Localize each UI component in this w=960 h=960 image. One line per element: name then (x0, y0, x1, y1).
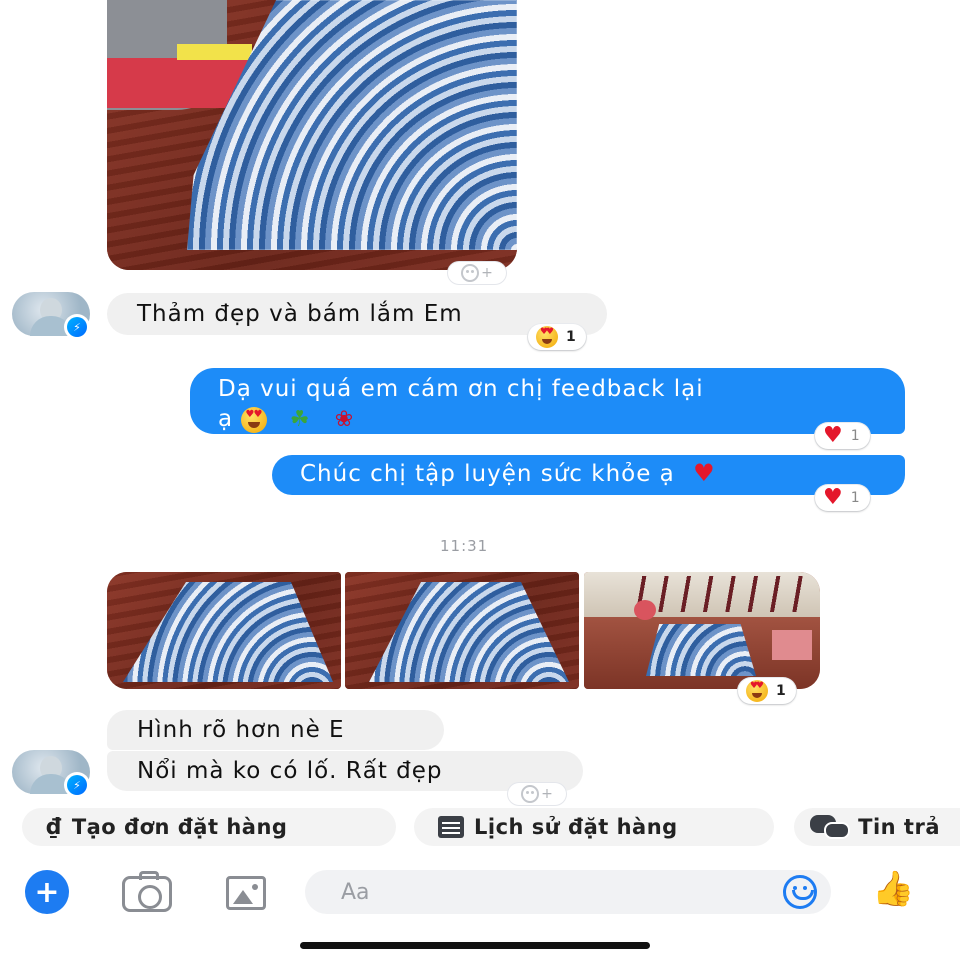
heart-eyes-emoji-icon (746, 680, 768, 702)
reaction-count: 1 (776, 683, 786, 699)
camera-icon[interactable] (122, 871, 172, 912)
reaction-count: 1 (850, 428, 860, 444)
document-icon (438, 816, 464, 838)
quick-reply-label: Lịch sử đặt hàng (474, 815, 678, 839)
add-reaction-button[interactable]: + (508, 783, 566, 805)
avatar[interactable]: ⚡ (12, 292, 90, 340)
photo-mat (646, 624, 756, 676)
reaction-count: 1 (850, 490, 860, 506)
add-reaction-button[interactable]: + (448, 262, 506, 284)
message-text-line2: ạ ☘ ❀ (218, 404, 877, 435)
photo-ball (634, 600, 656, 620)
message-text: Nổi mà ko có lố. Rất đẹp (137, 758, 443, 784)
message-text-prefix: ạ (218, 406, 234, 432)
reaction-count: 1 (566, 329, 576, 345)
outgoing-message[interactable]: Dạ vui quá em cám ơn chị feedback lại ạ … (190, 368, 905, 434)
outgoing-message[interactable]: Chúc chị tập luyện sức khỏe ạ ♥ (272, 455, 905, 495)
chat-bubbles-icon (810, 815, 850, 839)
reaction-badge[interactable]: ♥ 1 (815, 485, 870, 511)
add-button[interactable]: + (25, 870, 69, 914)
smiley-outline-icon (521, 785, 540, 803)
heart-icon: ♥ (823, 485, 843, 510)
message-composer[interactable] (305, 870, 831, 914)
home-indicator (300, 942, 650, 949)
heart-eyes-emoji-icon (241, 406, 268, 433)
quick-reply-label: Tạo đơn đặt hàng (71, 815, 288, 839)
photo-mat-pink (772, 630, 812, 660)
messenger-icon: ⚡ (67, 317, 87, 337)
photo-message-3[interactable] (584, 572, 820, 689)
reaction-badge[interactable]: 1 (738, 678, 796, 704)
heart-eyes-emoji-icon (536, 326, 558, 348)
heart-icon: ♥ (693, 459, 716, 487)
message-text-line1: Dạ vui quá em cám ơn chị feedback lại (218, 376, 704, 402)
plus-small-icon: + (541, 786, 553, 802)
message-text: Hình rõ hơn nè E (137, 717, 345, 743)
quick-reply-order-history[interactable]: Lịch sử đặt hàng (414, 808, 774, 846)
thumbs-up-icon[interactable]: 👍 (872, 872, 914, 906)
message-text: Thảm đẹp và bám lắm Em (137, 301, 463, 327)
messenger-badge: ⚡ (64, 772, 90, 798)
reaction-badge[interactable]: 1 (528, 324, 586, 350)
heart-icon: ♥ (823, 423, 843, 448)
photo-yoga-block (177, 44, 252, 60)
messenger-badge: ⚡ (64, 314, 90, 340)
photo-message-1[interactable] (107, 572, 341, 689)
reaction-badge[interactable]: ♥ 1 (815, 423, 870, 449)
gallery-icon[interactable] (226, 876, 266, 910)
timestamp: 11:31 (440, 537, 489, 555)
quick-reply-create-order[interactable]: ₫ Tạo đơn đặt hàng (22, 808, 396, 846)
avatar[interactable]: ⚡ (12, 750, 90, 798)
smiley-outline-icon (461, 264, 480, 282)
rose-icon: ❀ (334, 407, 355, 432)
incoming-message[interactable]: Hình rõ hơn nè E (107, 710, 444, 750)
plus-small-icon: + (481, 265, 493, 281)
photo-message-mat[interactable] (107, 0, 517, 270)
quick-reply-label: Tin trả (858, 815, 940, 839)
dong-currency-icon: ₫ (46, 814, 62, 840)
messenger-icon: ⚡ (67, 775, 87, 795)
plus-icon: + (34, 874, 60, 910)
four-leaf-clover-icon: ☘ (289, 407, 311, 432)
message-text: Chúc chị tập luyện sức khỏe ạ (300, 461, 675, 487)
quick-reply-messages[interactable]: Tin trả (794, 808, 960, 846)
photo-message-2[interactable] (345, 572, 579, 689)
emoji-icon[interactable] (783, 875, 817, 909)
message-input[interactable] (341, 879, 783, 905)
